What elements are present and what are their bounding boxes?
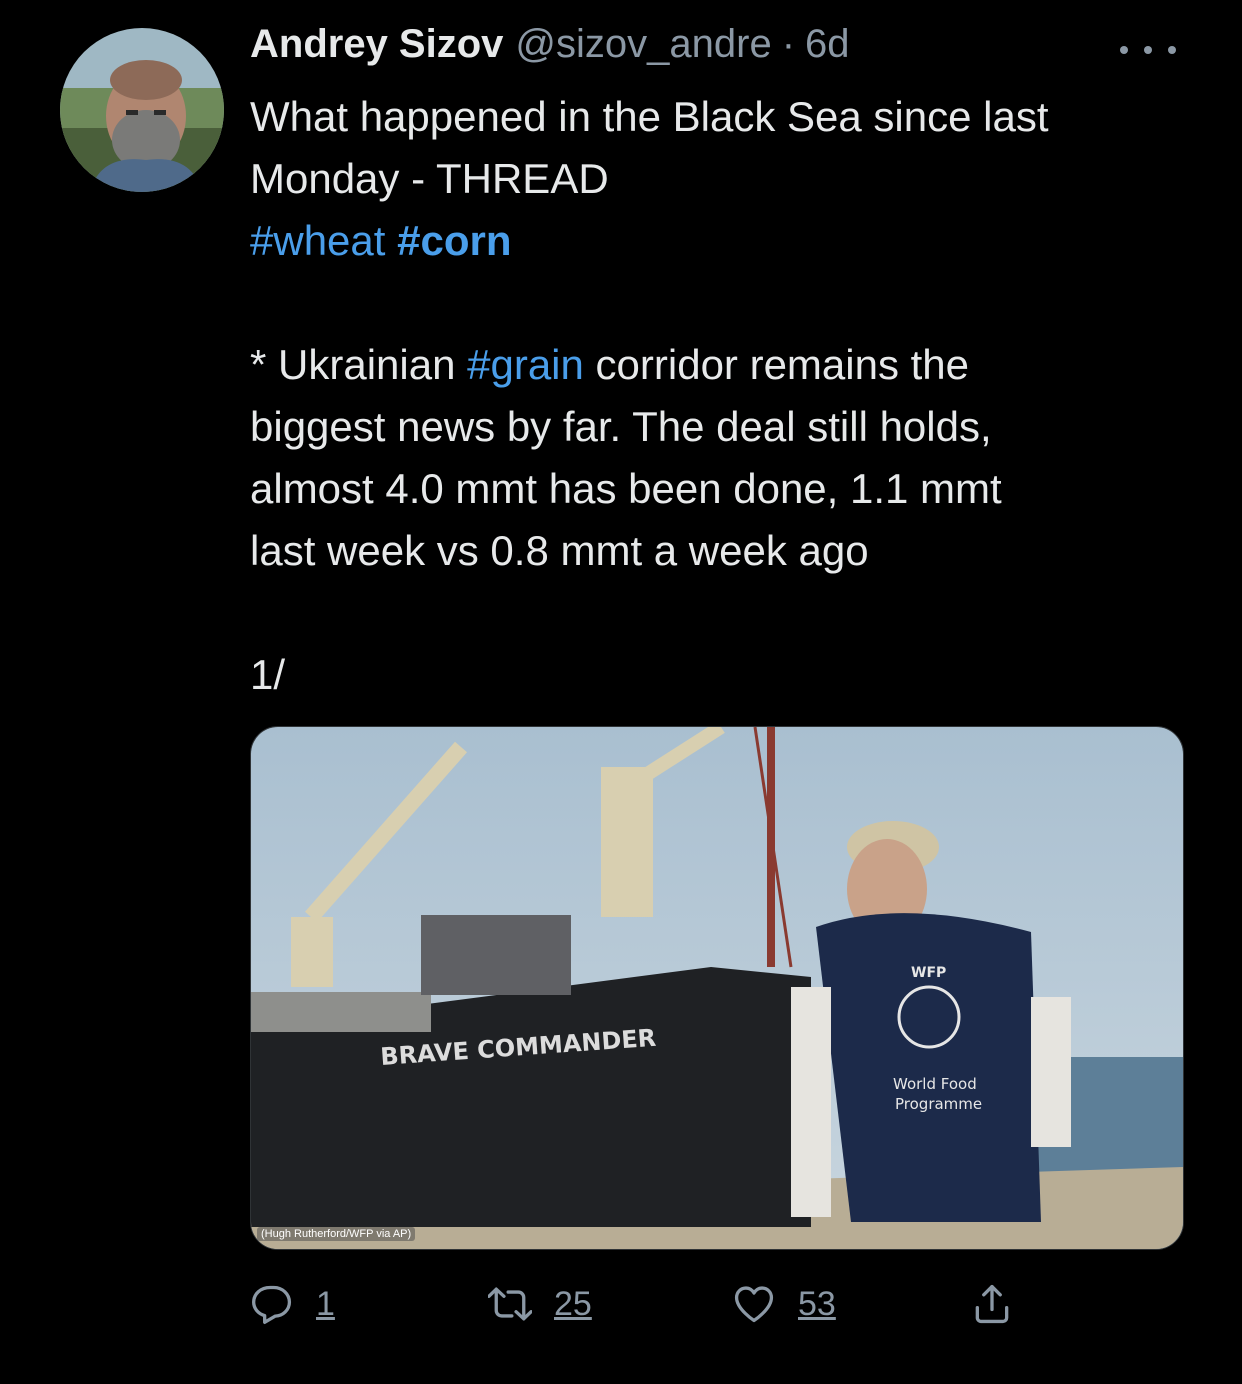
text-line: Monday - THREAD: [250, 155, 609, 202]
author-name[interactable]: Andrey Sizov: [250, 22, 503, 67]
retweet-count[interactable]: 25: [554, 1285, 592, 1324]
like-count[interactable]: 53: [798, 1285, 836, 1324]
thread-index: 1/: [250, 651, 286, 698]
share-button[interactable]: [970, 1276, 1014, 1332]
tweet-header: Andrey Sizov @sizov_andre · 6d: [250, 22, 850, 78]
text-line: * Ukrainian #grain corridor remains the: [250, 334, 1190, 396]
photo-credit: (Hugh Rutherford/WFP via AP): [257, 1227, 416, 1241]
hashtag-grain[interactable]: #grain: [467, 341, 584, 388]
reply-icon: [252, 1285, 292, 1324]
more-options-button[interactable]: [1120, 30, 1180, 70]
reply-count[interactable]: 1: [316, 1285, 335, 1324]
vest-label-line1: World Food: [893, 1075, 977, 1093]
tweet-text: What happened in the Black Sea since las…: [250, 86, 1190, 706]
timestamp[interactable]: 6d: [805, 22, 850, 67]
tweet: Andrey Sizov @sizov_andre · 6d What happ…: [0, 0, 1242, 1384]
author-handle[interactable]: @sizov_andre: [515, 22, 771, 67]
hashtag-wheat[interactable]: #wheat: [250, 217, 385, 264]
text-fragment: corridor remains the: [583, 341, 970, 388]
heart-icon: [734, 1286, 774, 1323]
reply-button[interactable]: 1: [250, 1276, 335, 1332]
retweet-icon: [488, 1287, 532, 1321]
hashtag-corn[interactable]: #corn: [397, 217, 511, 264]
text-fragment: * Ukrainian: [250, 341, 468, 388]
text-line: last week vs 0.8 mmt a week ago: [250, 527, 869, 574]
tweet-actions: 1 25 53: [250, 1276, 1050, 1332]
tweet-media-photo[interactable]: BRAVE COMMANDER WFP World Food Programme…: [250, 726, 1184, 1250]
text-line: biggest news by far. The deal still hold…: [250, 403, 992, 450]
more-horizontal-icon: [1120, 46, 1176, 54]
vest-wfp-label: WFP: [911, 965, 946, 981]
avatar[interactable]: [60, 28, 224, 192]
retweet-button[interactable]: 25: [488, 1276, 592, 1332]
hashtag-line: #wheat #corn: [250, 210, 1190, 272]
text-line: almost 4.0 mmt has been done, 1.1 mmt: [250, 465, 1002, 512]
text-line: What happened in the Black Sea since las…: [250, 93, 1049, 140]
vest-label-line2: Programme: [895, 1095, 982, 1113]
share-icon: [975, 1284, 1009, 1324]
separator-dot: ·: [781, 22, 796, 66]
like-button[interactable]: 53: [732, 1276, 836, 1332]
